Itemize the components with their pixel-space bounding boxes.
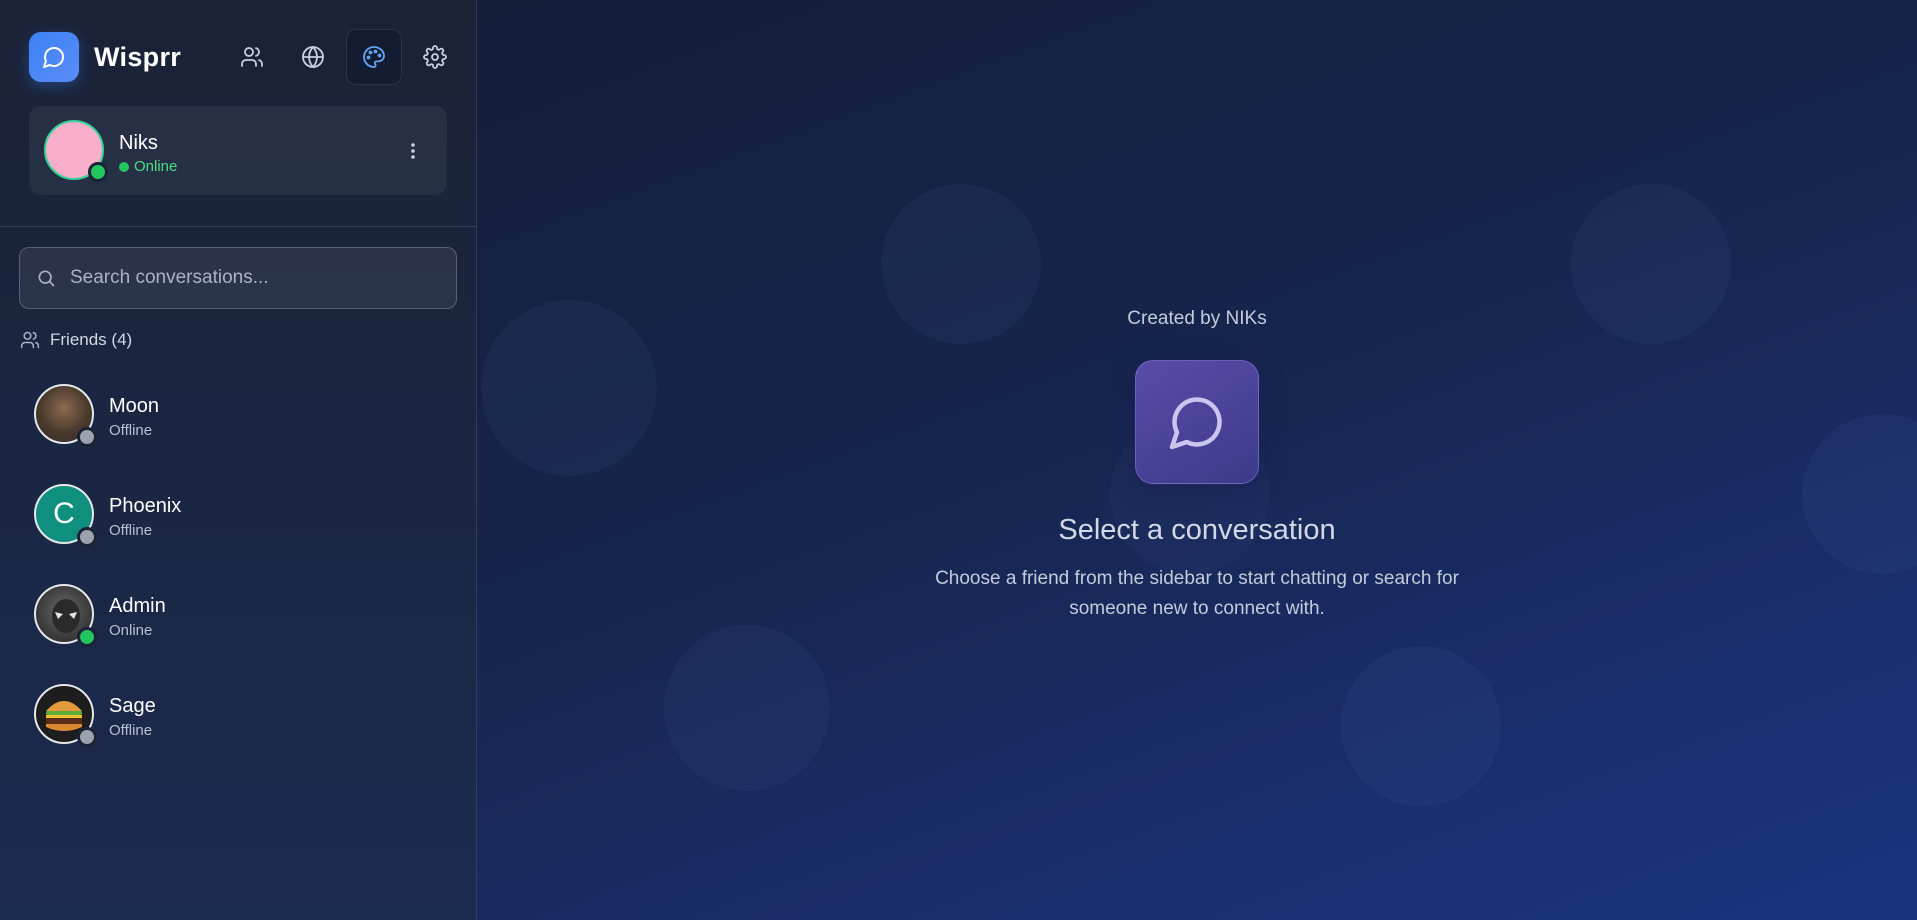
friend-name: Phoenix [109,495,182,517]
profile-status-label: Online [134,158,178,175]
profile-more-button[interactable] [401,136,425,166]
profile-status: Online [119,158,177,175]
settings-nav-button[interactable] [407,29,463,85]
app-name: Wisprr [94,41,182,72]
search-icon [36,268,56,288]
background-bubble [1341,646,1501,806]
friend-name: Sage [109,695,156,717]
search-box[interactable] [19,247,457,309]
settings-icon [423,45,447,69]
friend-item-moon[interactable]: Moon Offline [34,384,444,484]
friend-item-phoenix[interactable]: C Phoenix Offline [34,484,444,584]
friend-name: Admin [109,595,166,617]
empty-state-subtitle: Choose a friend from the sidebar to star… [935,568,1459,619]
status-dot-icon [119,161,129,172]
sidebar-topbar: Wisprr [29,29,476,85]
created-by-text: Created by NIKs [1127,308,1267,329]
profile-card[interactable]: Niks Online [29,106,447,195]
friend-status: Offline [109,422,153,439]
friend-name: Moon [109,395,160,417]
friend-item-sage[interactable]: Sage Offline [34,684,444,784]
friends-nav-button[interactable] [224,29,280,85]
friend-list: Moon Offline C Phoenix Offline Admin Onl… [34,384,444,784]
app-logo [29,32,79,82]
more-vertical-icon [411,143,415,159]
friend-item-admin[interactable]: Admin Online [34,584,444,684]
offline-status-dot [77,427,97,447]
chat-bubble-icon [1169,397,1222,450]
main-panel: Created by NIKs Select a conversation Ch… [477,0,1917,920]
conversation-placeholder-icon [1135,360,1259,484]
empty-state-title: Select a conversation [1058,514,1336,546]
online-status-dot [77,627,97,647]
online-status-dot [88,162,108,182]
friends-header-label: Friends (4) [50,330,133,349]
background-bubble [1802,414,1917,574]
offline-status-dot [77,727,97,747]
friend-status: Online [109,622,153,639]
explore-nav-button[interactable] [285,29,341,85]
friend-status: Offline [109,522,153,539]
background-bubble [664,625,830,791]
globe-icon [302,46,324,68]
offline-status-dot [77,527,97,547]
palette-icon [363,46,385,68]
profile-name: Niks [119,132,158,154]
search-input[interactable] [70,267,430,289]
sidebar: Wisprr Niks Online Search conversations.… [0,0,477,920]
app-root: Wisprr Niks Online Search conversations.… [0,0,1917,920]
top-nav [224,29,468,85]
theme-nav-button[interactable] [346,29,402,85]
chat-bubble-icon [43,47,64,68]
sidebar-divider [0,226,476,227]
users-icon [241,47,263,67]
profile-avatar[interactable] [44,120,108,182]
friends-header: Friends (4) [20,330,132,350]
friend-status: Offline [109,722,153,739]
users-icon [20,330,40,350]
